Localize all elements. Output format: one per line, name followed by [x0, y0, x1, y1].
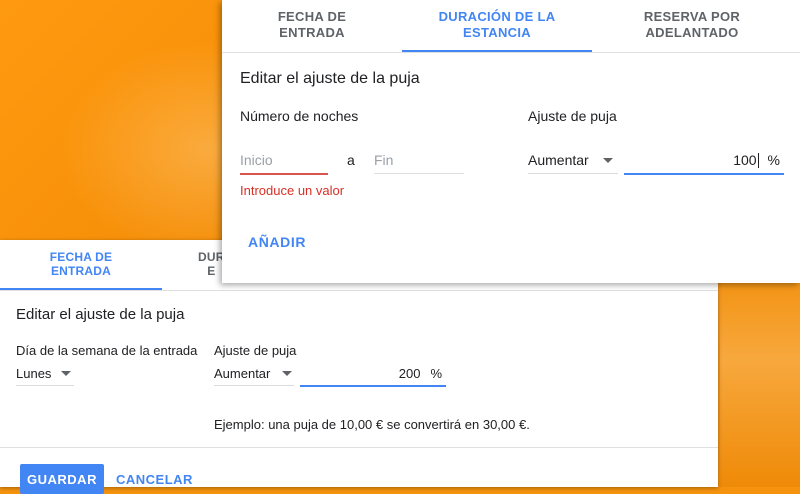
text-cursor [757, 152, 759, 168]
bid-mode-value: Aumentar [214, 365, 271, 381]
cancel-button[interactable]: CANCELAR [116, 464, 193, 494]
chevron-down-icon [282, 370, 293, 376]
nights-end-placeholder: Fin [374, 152, 394, 168]
chevron-down-icon [61, 370, 72, 376]
tab-checkin-date[interactable]: FECHA DE ENTRADA [222, 0, 402, 50]
bid-adjustment-label: Ajuste de puja [214, 343, 297, 358]
day-of-week-value: Lunes [16, 365, 52, 381]
card-title: Editar el ajuste de la puja [16, 306, 185, 323]
bid-mode-value: Aumentar [528, 152, 589, 168]
tab-checkin-date[interactable]: FECHA DE ENTRADA [0, 240, 162, 290]
nights-start-placeholder: Inicio [240, 152, 273, 168]
error-message: Introduce un valor [240, 183, 345, 198]
tab-advance-booking[interactable]: RESERVA POR ADELANTADO [592, 0, 792, 50]
bid-percent-input[interactable]: 100 % [624, 147, 784, 175]
chevron-down-icon [602, 157, 613, 163]
bid-percent-value: 200 [398, 365, 421, 381]
orange-background-right [720, 275, 800, 487]
range-separator: a [347, 152, 355, 168]
tab-bar: FECHA DE ENTRADA DURACIÓN DE LA ESTANCIA… [222, 0, 800, 53]
bid-percent-input[interactable]: 200 % [300, 361, 446, 387]
card-title: Editar el ajuste de la puja [240, 70, 420, 87]
day-of-week-select[interactable]: Lunes [16, 361, 74, 386]
nights-end-input[interactable]: Fin [374, 147, 464, 174]
bid-percent-value: 100 [733, 152, 757, 168]
bid-adjustment-card-front: FECHA DE ENTRADA DURACIÓN DE LA ESTANCIA… [222, 0, 800, 283]
bid-adjustment-label: Ajuste de puja [528, 108, 617, 124]
tab-stay-length[interactable]: DURACIÓN DE LA ESTANCIA [402, 0, 592, 52]
divider [0, 447, 718, 448]
add-button[interactable]: AÑADIR [248, 234, 306, 250]
nights-label: Número de noches [240, 108, 359, 124]
nights-start-input[interactable]: Inicio [240, 147, 328, 175]
percent-unit: % [767, 152, 780, 168]
example-text: Ejemplo: una puja de 10,00 € se converti… [214, 417, 530, 432]
bid-mode-select[interactable]: Aumentar [214, 361, 294, 386]
day-of-week-label: Día de la semana de la entrada [16, 343, 198, 358]
bid-mode-select[interactable]: Aumentar [528, 147, 618, 174]
percent-unit: % [430, 365, 442, 381]
save-button[interactable]: GUARDAR [20, 464, 104, 494]
